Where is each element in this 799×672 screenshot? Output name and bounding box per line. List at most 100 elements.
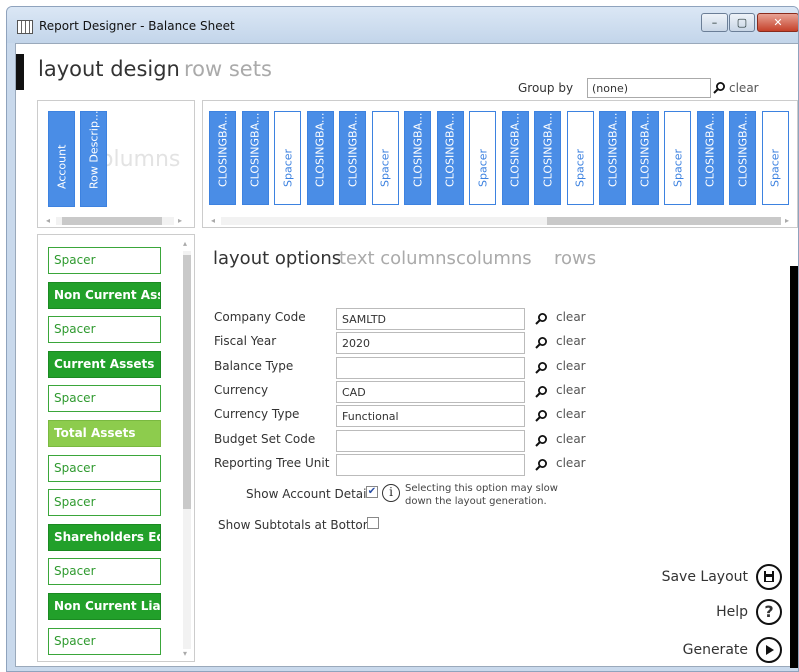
scroll-left-arrow[interactable]: ◂ [211,216,215,225]
group-by-clear-link[interactable]: clear [729,81,759,95]
text-columns-panel: olumns Account Row Descrip... ◂ ▸ [37,100,195,228]
group-by-label: Group by [518,81,574,95]
search-icon[interactable] [534,458,548,472]
column-tile[interactable]: CLOSINGBA... [534,111,561,205]
row-tile[interactable]: Current Assets [48,350,161,378]
scroll-up-arrow[interactable]: ▴ [183,239,187,248]
tab-row-sets[interactable]: row sets [184,57,272,81]
play-icon [766,645,774,655]
row-tile[interactable]: Shareholders Eq... [48,523,161,551]
field-input[interactable]: SAMLTD [336,308,525,330]
field-clear-link[interactable]: clear [556,383,586,397]
field-clear-link[interactable]: clear [556,310,586,324]
search-icon[interactable] [534,434,548,448]
column-tile[interactable]: Spacer [566,111,594,205]
column-label: CLOSINGBA... [248,112,262,187]
field-label: Currency [214,382,269,397]
field-clear-link[interactable]: clear [556,359,586,373]
column-tile[interactable]: Spacer [469,111,496,205]
column-label: CLOSINGBA... [703,112,717,187]
column-tile[interactable]: CLOSINGBA... [599,111,626,205]
row-tile[interactable]: Spacer [48,247,161,274]
column-tile[interactable]: Spacer [274,111,301,205]
row-tile[interactable]: Total Assets [48,420,161,447]
search-icon[interactable] [534,312,548,326]
maximize-button[interactable]: ▢ [729,13,755,32]
column-tile[interactable]: CLOSINGBA... [339,111,366,205]
text-column-label: Row Descrip... [87,110,100,189]
close-button[interactable]: ✕ [757,13,798,32]
field-clear-link[interactable]: clear [556,407,586,421]
row-tile[interactable]: Spacer [48,627,161,655]
field-input[interactable]: CAD [336,380,525,403]
search-icon[interactable] [534,409,548,423]
row-tile[interactable]: Spacer [48,316,161,344]
show-subtotals-checkbox[interactable] [367,517,379,529]
app-window: Report Designer - Balance Sheet – ▢ ✕ la… [6,6,799,672]
field-input[interactable]: Functional [336,405,525,428]
search-icon[interactable] [534,385,548,399]
column-tile[interactable]: Spacer [664,111,691,205]
column-tile[interactable]: CLOSINGBA... [241,111,269,205]
title-bar: Report Designer - Balance Sheet – ▢ ✕ [7,7,798,43]
column-tile[interactable]: CLOSINGBA... [404,111,431,205]
column-tile[interactable]: Spacer [761,111,789,205]
row-tile[interactable]: Spacer [48,489,161,517]
columns-panel: CLOSINGBA... CLOSINGBA... Spacer CLOSINGBA.… [202,100,798,228]
field-label: Balance Type [214,358,294,373]
column-tile[interactable]: CLOSINGBA... [729,111,756,205]
group-by-input[interactable]: (none) [587,78,711,98]
field-label: Company Code [214,310,306,324]
column-tile[interactable]: Spacer [371,111,399,205]
tab-columns[interactable]: columns [456,248,532,269]
info-icon: i [382,484,400,502]
column-label: Spacer [378,148,392,187]
column-label: CLOSINGBA... [508,112,522,187]
column-tile[interactable]: CLOSINGBA... [436,111,464,205]
show-account-detail-checkbox[interactable]: ✔ [366,486,378,498]
column-tile[interactable]: CLOSINGBA... [696,111,724,205]
columns-scroll-thumb[interactable] [547,217,781,225]
row-tile[interactable]: Spacer [48,558,161,586]
minimize-button[interactable]: – [701,13,728,32]
text-column-tile[interactable]: Row Descrip... [80,111,107,207]
column-tile[interactable]: CLOSINGBA... [631,111,659,205]
search-icon[interactable] [534,336,548,350]
panel-watermark: olumns [100,147,181,172]
text-column-tile[interactable]: Account [48,111,75,207]
save-layout-button[interactable] [756,564,782,590]
field-input[interactable]: 2020 [336,332,525,355]
show-subtotals-label: Show Subtotals at Bottom [218,518,375,532]
generate-label[interactable]: Generate [646,642,748,658]
field-clear-link[interactable]: clear [556,334,586,348]
help-label[interactable]: Help [646,604,748,620]
tab-rows[interactable]: rows [554,248,596,269]
column-tile[interactable]: CLOSINGBA... [209,111,236,205]
row-tile[interactable]: Non Current Lia... [48,593,161,620]
tab-layout-design[interactable]: layout design [38,57,180,81]
tab-layout-options[interactable]: layout options [213,248,341,269]
field-clear-link[interactable]: clear [556,432,586,446]
text-columns-scroll-thumb[interactable] [62,217,162,225]
search-icon[interactable] [534,361,548,375]
row-tile[interactable]: Spacer [48,385,161,413]
field-clear-link[interactable]: clear [556,456,586,470]
rows-scroll-thumb[interactable] [183,255,191,509]
help-button[interactable]: ? [756,599,782,625]
field-input[interactable] [336,453,525,476]
scroll-right-arrow[interactable]: ▸ [178,216,182,225]
field-input[interactable] [336,429,525,452]
generate-button[interactable] [756,637,782,663]
scroll-down-arrow[interactable]: ▾ [183,649,187,658]
accent-bar [16,54,24,90]
tab-text-columns[interactable]: text columns [339,248,456,269]
search-icon[interactable] [712,81,726,95]
column-tile[interactable]: CLOSINGBA... [306,111,334,205]
row-tile[interactable]: Spacer [48,454,161,482]
scroll-right-arrow[interactable]: ▸ [785,216,789,225]
scroll-left-arrow[interactable]: ◂ [46,216,50,225]
save-layout-label[interactable]: Save Layout [646,569,748,585]
column-tile[interactable]: CLOSINGBA... [501,111,529,205]
row-tile[interactable]: Non Current Ass... [48,281,161,309]
field-input[interactable] [336,356,525,379]
